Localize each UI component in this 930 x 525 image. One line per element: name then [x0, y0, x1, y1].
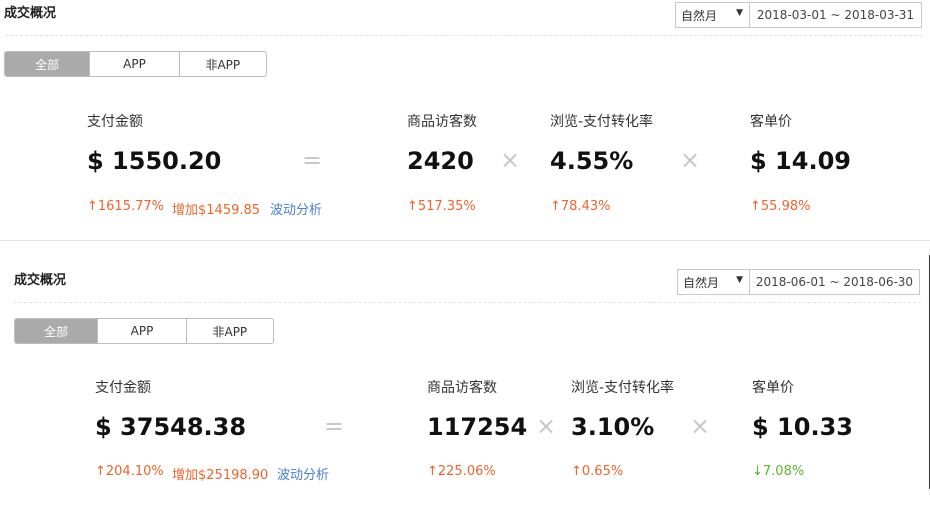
visitors-change: ↑225.06% — [427, 464, 496, 479]
period-select-value: 自然月 — [681, 8, 718, 23]
multiply-icon: × — [500, 146, 521, 174]
fluctuation-analysis-link[interactable]: 波动分析 — [270, 199, 322, 218]
conversion-value: 4.55% — [550, 147, 634, 175]
visitors-value: 117254 — [427, 413, 528, 441]
conversion-change: ↑0.65% — [571, 464, 624, 479]
unit-price-label: 客单价 — [750, 114, 792, 130]
tab-all[interactable]: 全部 — [5, 52, 91, 76]
multiply-icon: × — [690, 412, 711, 440]
visitors-label: 商品访客数 — [427, 380, 497, 396]
period-select[interactable]: 自然月 ▼ — [675, 2, 750, 28]
fluctuation-analysis-link[interactable]: 波动分析 — [277, 464, 329, 483]
unit-price-value: $ 10.33 — [752, 413, 853, 441]
visitors-value: 2420 — [407, 147, 474, 175]
pay-amount-increase: 增加$1459.85 — [172, 203, 261, 218]
chevron-down-icon: ▼ — [736, 8, 743, 18]
unit-price-change: ↓7.08% — [752, 464, 805, 479]
channel-tabs: 全部 APP 非APP — [14, 318, 274, 344]
screenshot-separator — [0, 240, 930, 255]
channel-tabs: 全部 APP 非APP — [4, 51, 267, 77]
pay-amount-value: $ 37548.38 — [95, 413, 247, 441]
transaction-overview-panel-march: 成交概况 自然月 ▼ 2018-03-01 ~ 2018-03-31 全部 AP… — [0, 0, 930, 240]
header-divider — [5, 35, 922, 36]
panel-title: 成交概况 — [4, 6, 57, 21]
pay-amount-increase: 增加$25198.90 — [172, 468, 269, 483]
pay-amount-change: ↑1615.77% — [87, 199, 165, 214]
date-range-picker[interactable]: 2018-06-01 ~ 2018-06-30 — [750, 269, 920, 295]
pay-amount-label: 支付金额 — [95, 380, 151, 396]
period-select-value: 自然月 — [683, 275, 720, 290]
pay-amount-label: 支付金额 — [87, 114, 143, 130]
multiply-icon: × — [680, 146, 701, 174]
equals-icon: = — [324, 412, 345, 440]
pay-amount-value: $ 1550.20 — [87, 147, 222, 175]
pay-amount-change: ↑204.10% — [95, 464, 164, 479]
tab-non-app[interactable]: 非APP — [187, 319, 273, 343]
multiply-icon: × — [536, 412, 557, 440]
conversion-label: 浏览-支付转化率 — [571, 380, 675, 396]
unit-price-label: 客单价 — [752, 380, 794, 396]
conversion-change: ↑78.43% — [550, 199, 611, 214]
panel-title: 成交概况 — [14, 273, 67, 288]
period-select[interactable]: 自然月 ▼ — [677, 269, 750, 295]
visitors-change: ↑517.35% — [407, 199, 476, 214]
visitors-label: 商品访客数 — [407, 114, 477, 130]
conversion-value: 3.10% — [571, 413, 655, 441]
chevron-down-icon: ▼ — [736, 275, 743, 285]
equals-icon: = — [302, 146, 323, 174]
tab-non-app[interactable]: 非APP — [180, 52, 266, 76]
unit-price-change: ↑55.98% — [750, 199, 811, 214]
transaction-overview-panel-june: 成交概况 自然月 ▼ 2018-06-01 ~ 2018-06-30 全部 AP… — [0, 255, 930, 489]
tab-app[interactable]: APP — [98, 319, 187, 343]
tab-app[interactable]: APP — [90, 52, 180, 76]
header-divider — [14, 302, 921, 303]
conversion-label: 浏览-支付转化率 — [550, 114, 654, 130]
tab-all[interactable]: 全部 — [15, 319, 99, 343]
unit-price-value: $ 14.09 — [750, 147, 851, 175]
date-range-picker[interactable]: 2018-03-01 ~ 2018-03-31 — [750, 2, 922, 28]
